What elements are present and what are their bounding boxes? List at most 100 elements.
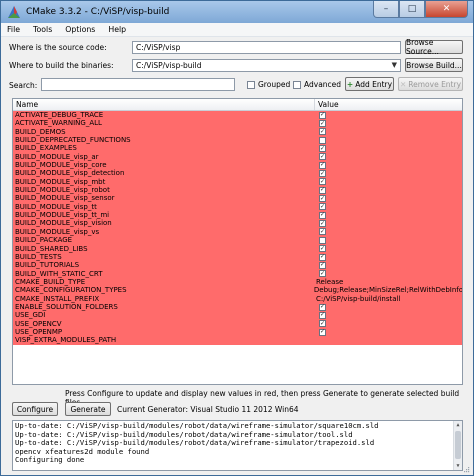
checked-checkbox-icon[interactable]: ✓ [319, 203, 326, 211]
maximize-button[interactable]: □ [399, 1, 425, 18]
table-row[interactable]: BUILD_WITH_STATIC_CRT ✓ [13, 269, 462, 278]
close-button[interactable]: ✕ [425, 1, 468, 18]
scroll-down-icon[interactable]: ▼ [454, 462, 462, 470]
cache-entry-value[interactable]: ✓ [315, 219, 326, 228]
cache-entry-value[interactable]: Release [315, 278, 343, 286]
table-row[interactable]: CMAKE_BUILD_TYPE Release [13, 277, 462, 287]
cache-entry-value[interactable]: ✓ [315, 253, 326, 261]
table-row[interactable]: BUILD_SHARED_LIBS ✓ [13, 244, 462, 253]
cache-entry-value[interactable]: ✓ [315, 169, 326, 178]
table-row[interactable]: BUILD_TUTORIALS ✓ [13, 261, 462, 270]
checked-checkbox-icon[interactable]: ✓ [319, 303, 326, 311]
table-row[interactable]: BUILD_MODULE_visp_robot ✓ [13, 186, 462, 195]
table-row[interactable]: BUILD_DEMOS ✓ [13, 127, 462, 137]
table-row[interactable]: BUILD_MODULE_visp_tt_mi ✓ [13, 211, 462, 220]
cache-entry-value[interactable]: ✓ [315, 144, 326, 153]
output-log[interactable]: Up-to-date: C:/ViSP/visp-build/modules/r… [12, 420, 463, 471]
cache-entry-value[interactable]: ✓ [315, 203, 326, 211]
cache-entry-value[interactable]: ✓ [315, 161, 326, 169]
cache-entry-value[interactable]: ✓ [315, 186, 326, 194]
cache-entry-value[interactable]: ✓ [315, 320, 326, 328]
checked-checkbox-icon[interactable]: ✓ [319, 228, 326, 236]
generate-button[interactable]: Generate [65, 402, 111, 416]
table-row[interactable]: ENABLE_SOLUTION_FOLDERS ✓ [13, 302, 462, 312]
remove-entry-button[interactable]: ✕ Remove Entry [398, 77, 463, 91]
table-row[interactable]: BUILD_DEPRECATED_FUNCTIONS [13, 136, 462, 145]
table-row[interactable]: BUILD_MODULE_visp_detection ✓ [13, 169, 462, 178]
search-input[interactable] [41, 78, 235, 91]
cache-entry-value[interactable]: ✓ [315, 261, 326, 269]
checked-checkbox-icon[interactable]: ✓ [319, 220, 326, 228]
checked-checkbox-icon[interactable]: ✓ [319, 270, 326, 278]
cache-entry-value[interactable]: ✓ [315, 119, 326, 128]
checked-checkbox-icon[interactable]: ✓ [319, 261, 326, 269]
checked-checkbox-icon[interactable]: ✓ [319, 245, 326, 253]
cache-entry-value[interactable]: C:/ViSP/visp-build/install [315, 295, 400, 303]
checked-checkbox-icon[interactable]: ✓ [319, 311, 326, 319]
menu-options[interactable]: Options [65, 25, 95, 34]
table-row[interactable]: BUILD_MODULE_visp_tt ✓ [13, 202, 462, 212]
output-scrollbar[interactable]: ▲ ▼ [453, 421, 462, 470]
minimize-button[interactable]: – [373, 1, 399, 18]
cache-entry-value[interactable]: ✓ [315, 303, 326, 311]
title-bar[interactable]: CMake 3.3.2 - C:/ViSP/visp-build – □ ✕ [1, 1, 473, 23]
checked-checkbox-icon[interactable]: ✓ [319, 145, 326, 153]
table-row[interactable]: BUILD_MODULE_visp_ar ✓ [13, 152, 462, 162]
checked-checkbox-icon[interactable]: ✓ [319, 186, 326, 194]
unchecked-checkbox-icon[interactable] [319, 136, 326, 144]
table-row[interactable]: USE_OPENMP ✓ [13, 327, 462, 337]
table-row[interactable]: CMAKE_INSTALL_PREFIX C:/ViSP/visp-build/i… [13, 294, 462, 303]
column-header-name[interactable]: Name [13, 99, 315, 110]
browse-source-button[interactable]: Browse Source... [405, 38, 463, 56]
build-path-combobox[interactable]: C:/ViSP/visp-build ▼ [132, 59, 401, 72]
cache-entry-value[interactable]: ✓ [315, 245, 326, 253]
menu-file[interactable]: File [7, 25, 20, 34]
cache-entry-value[interactable]: ✓ [315, 111, 326, 119]
cache-entry-value[interactable] [315, 336, 316, 344]
cache-entry-value[interactable]: ✓ [315, 228, 326, 236]
cache-entry-value[interactable] [315, 136, 326, 144]
cache-entry-value[interactable]: ✓ [315, 311, 326, 319]
add-entry-button[interactable]: + Add Entry [345, 77, 394, 91]
cache-entry-value[interactable]: Debug;Release;MinSizeRel;RelWithDebInfo [313, 286, 462, 294]
checked-checkbox-icon[interactable]: ✓ [319, 253, 326, 261]
unchecked-checkbox-icon[interactable] [319, 236, 326, 244]
menu-help[interactable]: Help [108, 25, 126, 34]
checked-checkbox-icon[interactable]: ✓ [319, 120, 326, 128]
resize-grip-icon[interactable] [462, 465, 470, 473]
cache-entry-value[interactable]: ✓ [315, 128, 326, 136]
table-row[interactable]: BUILD_MODULE_visp_mbt ✓ [13, 177, 462, 187]
scroll-up-icon[interactable]: ▲ [454, 421, 462, 429]
cache-entry-value[interactable]: ✓ [315, 194, 326, 203]
column-header-value[interactable]: Value [315, 100, 339, 109]
checked-checkbox-icon[interactable]: ✓ [319, 178, 326, 186]
checked-checkbox-icon[interactable]: ✓ [319, 211, 326, 219]
grouped-option[interactable]: Grouped [247, 80, 290, 89]
cache-entry-value[interactable] [315, 236, 326, 244]
advanced-checkbox[interactable] [293, 80, 301, 89]
browse-build-button[interactable]: Browse Build... [405, 58, 463, 72]
table-row[interactable]: BUILD_TESTS ✓ [13, 252, 462, 262]
cache-entry-value[interactable]: ✓ [315, 270, 326, 278]
checked-checkbox-icon[interactable]: ✓ [319, 153, 326, 161]
cache-entry-value[interactable]: ✓ [315, 328, 326, 336]
table-row[interactable]: BUILD_PACKAGE [13, 236, 462, 245]
configure-button[interactable]: Configure [12, 402, 58, 416]
table-row[interactable]: BUILD_MODULE_visp_core ✓ [13, 161, 462, 170]
checked-checkbox-icon[interactable]: ✓ [319, 320, 326, 328]
menu-tools[interactable]: Tools [33, 25, 52, 34]
table-row[interactable]: CMAKE_CONFIGURATION_TYPES Debug;Release;M… [13, 286, 462, 295]
advanced-option[interactable]: Advanced [293, 80, 341, 89]
checked-checkbox-icon[interactable]: ✓ [319, 328, 326, 336]
checked-checkbox-icon[interactable]: ✓ [319, 128, 326, 136]
checked-checkbox-icon[interactable]: ✓ [319, 170, 326, 178]
scrollbar-thumb[interactable] [455, 431, 461, 459]
source-path-input[interactable]: C:/ViSP/visp [132, 41, 401, 54]
cache-entry-value[interactable]: ✓ [315, 178, 326, 186]
checked-checkbox-icon[interactable]: ✓ [319, 195, 326, 203]
chevron-down-icon[interactable]: ▼ [392, 61, 397, 69]
table-row[interactable]: BUILD_EXAMPLES ✓ [13, 144, 462, 153]
table-row[interactable]: BUILD_MODULE_visp_vision ✓ [13, 219, 462, 228]
grouped-checkbox[interactable] [247, 80, 255, 89]
table-row[interactable]: ACTIVATE_DEBUG_TRACE ✓ [13, 111, 462, 120]
